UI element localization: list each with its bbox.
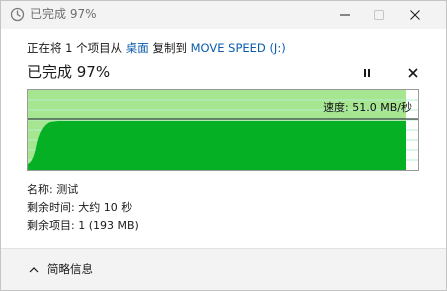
fewer-details-label: 简略信息: [47, 262, 93, 276]
detail-time-row: 剩余时间: 大约 10 秒: [27, 199, 139, 217]
source-link[interactable]: 桌面: [126, 41, 149, 55]
detail-items-row: 剩余项目: 1 (193 MB): [27, 217, 139, 235]
destination-link[interactable]: MOVE SPEED (J:): [191, 41, 286, 55]
minimize-button[interactable]: [329, 1, 361, 29]
name-label: 名称:: [27, 183, 53, 196]
cancel-copy-button[interactable]: [403, 63, 423, 83]
copy-middle: 复制到: [152, 41, 187, 55]
progress-heading: 已完成 97%: [27, 63, 111, 81]
copy-description: 正在将 1 个项目从 桌面 复制到 MOVE SPEED (J:): [27, 41, 286, 56]
copy-prefix: 正在将 1 个项目从: [27, 41, 123, 55]
minimize-icon: [340, 14, 350, 16]
maximize-button: [363, 1, 395, 29]
copy-progress-icon: [10, 7, 25, 22]
time-label: 剩余时间:: [27, 201, 75, 214]
chevron-up-icon: [29, 266, 39, 272]
title-bar[interactable]: 已完成 97%: [1, 1, 446, 29]
close-icon: [408, 68, 418, 78]
copy-details: 名称: 测试 剩余时间: 大约 10 秒 剩余项目: 1 (193 MB): [27, 181, 139, 235]
close-icon: [410, 10, 420, 20]
file-copy-dialog: 已完成 97% 正在将 1 个项目从 桌面 复制到 MOVE SPEED (J:…: [0, 0, 447, 291]
items-value: 1 (193 MB): [78, 219, 139, 232]
detail-name-row: 名称: 测试: [27, 181, 139, 199]
name-value: 测试: [56, 183, 79, 196]
pause-icon: [364, 69, 370, 77]
dialog-footer: 简略信息: [1, 248, 446, 290]
dialog-content: 正在将 1 个项目从 桌面 复制到 MOVE SPEED (J:) 已完成 97…: [1, 29, 446, 248]
transfer-speed-graph: 速度: 51.0 MB/秒: [27, 89, 419, 171]
time-value: 大约 10 秒: [78, 201, 133, 214]
speed-label: 速度: 51.0 MB/秒: [323, 101, 412, 114]
window-title: 已完成 97%: [30, 7, 97, 21]
close-button[interactable]: [399, 1, 431, 29]
fewer-details-toggle[interactable]: 简略信息: [29, 262, 93, 277]
pause-button[interactable]: [357, 63, 377, 83]
items-label: 剩余项目:: [27, 219, 75, 232]
maximize-icon: [374, 10, 384, 20]
speed-area: [28, 121, 406, 170]
